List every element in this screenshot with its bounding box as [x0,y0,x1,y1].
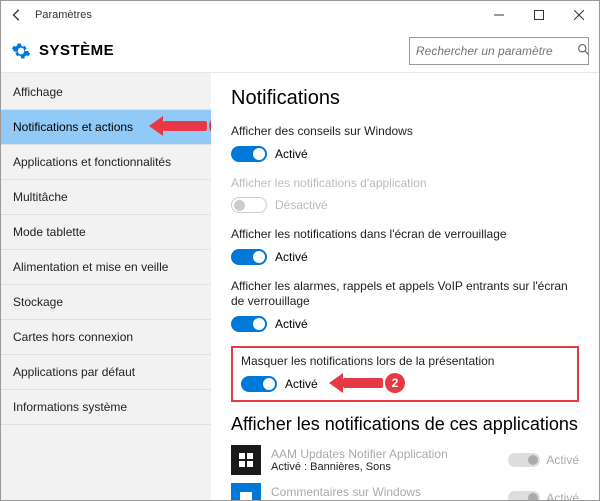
toggle-presentation[interactable] [241,376,277,392]
sidebar: Affichage Notifications et actions 1 App… [1,73,211,500]
maximize-button[interactable] [519,1,559,29]
minimize-button[interactable] [479,1,519,29]
annotation-badge-2: 2 [385,373,405,393]
setting-alarms-voip: Afficher les alarmes, rappels et appels … [231,279,579,332]
sidebar-item-stockage[interactable]: Stockage [1,285,211,320]
setting-lockscreen-notifications: Afficher les notifications dans l'écran … [231,227,579,265]
apps-heading: Afficher les notifications de ces applic… [231,414,579,436]
section-title: SYSTÈME [39,42,409,59]
sidebar-item-infos[interactable]: Informations système [1,390,211,425]
sidebar-item-cartes[interactable]: Cartes hors connexion [1,320,211,355]
highlight-presentation: Masquer les notifications lors de la pré… [231,346,579,402]
titlebar: Paramètres [1,1,599,29]
search-input[interactable] [416,44,573,58]
toggle-lockscreen[interactable] [231,249,267,265]
page-heading: Notifications [231,87,579,110]
search-box[interactable] [409,37,589,65]
app-row[interactable]: AAM Updates Notifier Application Activé … [231,445,579,475]
toggle-tips[interactable] [231,146,267,162]
close-button[interactable] [559,1,599,29]
sidebar-item-applications[interactable]: Applications et fonctionnalités [1,145,211,180]
sidebar-item-notifications[interactable]: Notifications et actions 1 [1,110,211,145]
sidebar-item-alimentation[interactable]: Alimentation et mise en veille [1,250,211,285]
toggle-alarms[interactable] [231,316,267,332]
sidebar-item-multitache[interactable]: Multitâche [1,180,211,215]
sidebar-item-tablette[interactable]: Mode tablette [1,215,211,250]
sidebar-item-apps-defaut[interactable]: Applications par défaut [1,355,211,390]
settings-gear-icon [11,41,31,61]
back-button[interactable] [1,1,33,29]
toggle-app-notifications [231,197,267,213]
app-row[interactable]: Commentaires sur Windows Activé : Banniè… [231,483,579,500]
setting-tips: Afficher des conseils sur Windows Activé [231,124,579,162]
window-title: Paramètres [33,9,479,21]
sidebar-item-affichage[interactable]: Affichage [1,75,211,110]
toggle-app-aam[interactable] [508,453,540,467]
search-icon [577,43,590,59]
setting-presentation: Masquer les notifications lors de la pré… [241,354,569,392]
app-icon-feedback [231,483,261,500]
header: SYSTÈME [1,29,599,73]
app-icon-aam [231,445,261,475]
main-panel: Notifications Afficher des conseils sur … [211,73,599,500]
setting-app-notifications: Afficher les notifications d'application… [231,176,579,214]
toggle-app-feedback[interactable] [508,491,540,500]
